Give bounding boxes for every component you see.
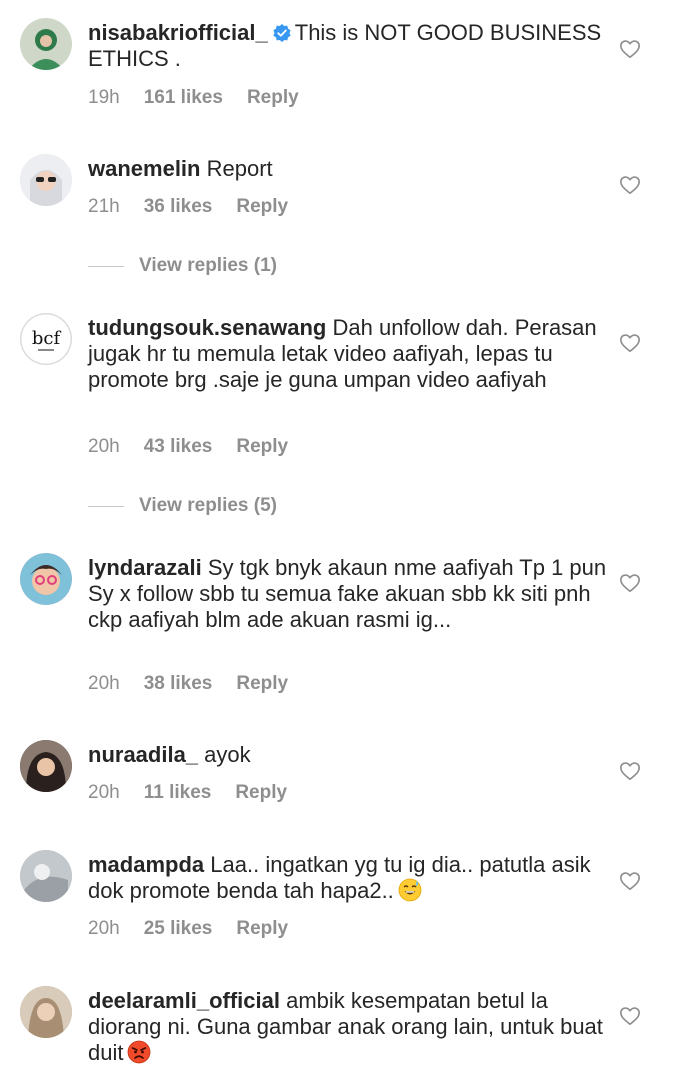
avatar[interactable] [20,850,72,902]
comment-text-block: madampda Laa.. ingatkan yg tu ig dia.. p… [88,852,608,904]
comment-meta: 20h 38 likes Reply [88,673,312,695]
comment-username[interactable]: nuraadila_ [88,742,198,767]
comment-text-block: wanemelin Report [88,156,608,182]
view-replies-button[interactable]: View replies (5) [88,494,277,518]
verified-badge-icon [273,24,291,42]
comment-likes[interactable]: 25 likes [144,918,213,939]
avatar[interactable] [20,740,72,792]
avatar[interactable] [20,18,72,70]
comment-time: 19h [88,87,120,108]
avatar[interactable] [20,986,72,1038]
comment-text-block: nuraadila_ ayok [88,742,608,768]
comment-likes[interactable]: 36 likes [144,196,213,217]
avatar[interactable]: bcf [20,313,72,365]
reply-button[interactable]: Reply [247,87,299,108]
reply-button[interactable]: Reply [236,196,288,217]
comment-username[interactable]: deelaramli_official [88,988,280,1013]
heart-outline-icon[interactable] [619,572,641,594]
divider [88,505,124,507]
comment-likes[interactable]: 11 likes [144,782,212,803]
comment-time: 20h [88,918,120,939]
comment-username[interactable]: tudungsouk.senawang [88,315,326,340]
reply-button[interactable]: Reply [236,673,288,694]
avatar[interactable] [20,553,72,605]
heart-outline-icon[interactable] [619,760,641,782]
comment-text-block: nisabakriofficial_ This is NOT GOOD BUSIN… [88,20,608,72]
comment-body: ayok [204,742,251,767]
heart-outline-icon[interactable] [619,870,641,892]
reply-button[interactable]: Reply [236,436,288,457]
comment-meta: 20h 43 likes Reply [88,436,312,458]
comment-username[interactable]: nisabakriofficial_ [88,20,268,45]
heart-outline-icon[interactable] [619,1005,641,1027]
heart-outline-icon[interactable] [619,174,641,196]
divider [88,265,124,267]
view-replies-button[interactable]: View replies (1) [88,254,277,278]
reply-button[interactable]: Reply [236,918,288,939]
svg-text:bcf: bcf [32,328,62,349]
comment-text-block: tudungsouk.senawang Dah unfollow dah. Pe… [88,315,608,393]
comment-time: 20h [88,782,120,803]
comment-username[interactable]: wanemelin [88,156,200,181]
comment-text-block: deelaramli_official ambik kesempatan bet… [88,988,608,1066]
comment-time: 20h [88,436,120,457]
comment-text-block: lyndarazali Sy tgk bnyk akaun nme aafiya… [88,555,608,633]
heart-outline-icon[interactable] [619,38,641,60]
comment-meta: 20h 11 likes Reply [88,782,311,804]
comment-meta: 19h 161 likes Reply [88,87,323,109]
comment-meta: 21h 36 likes Reply [88,196,312,218]
comment-likes[interactable]: 43 likes [144,436,213,457]
view-replies-label[interactable]: View replies (5) [139,495,277,517]
comment-time: 20h [88,673,120,694]
avatar[interactable] [20,154,72,206]
comment-time: 21h [88,196,120,217]
comment-meta: 20h 25 likes Reply [88,918,312,940]
view-replies-label[interactable]: View replies (1) [139,255,277,277]
comment-username[interactable]: madampda [88,852,204,877]
comment-likes[interactable]: 161 likes [144,87,223,108]
heart-outline-icon[interactable] [619,332,641,354]
comment-likes[interactable]: 38 likes [144,673,213,694]
sweat-smile-emoji [398,878,422,902]
angry-face-emoji [128,1040,151,1064]
comment-body: Report [206,156,273,181]
comment-username[interactable]: lyndarazali [88,555,202,580]
reply-button[interactable]: Reply [235,782,287,803]
